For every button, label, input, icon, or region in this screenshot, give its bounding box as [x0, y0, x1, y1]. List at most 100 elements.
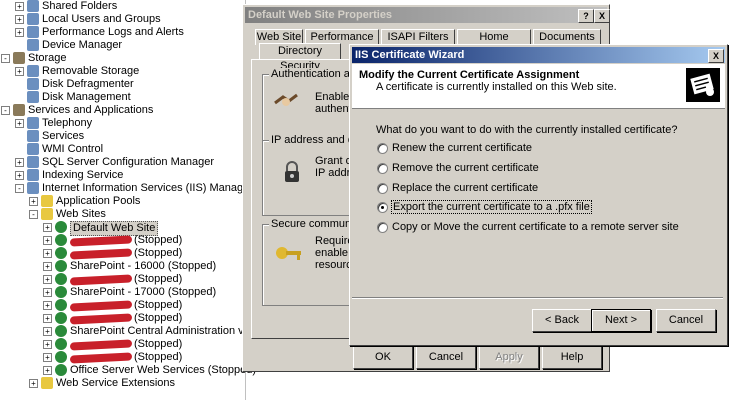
expand-icon[interactable]: + — [43, 288, 52, 297]
cancel-button[interactable]: Cancel — [416, 346, 476, 369]
tree-item[interactable]: + Web Service Extensions — [0, 377, 245, 390]
web-site-icon — [55, 286, 67, 298]
tree-item[interactable]: + Shared Folders — [0, 0, 245, 13]
help-title-button[interactable]: ? — [578, 9, 594, 23]
expand-icon[interactable]: + — [15, 2, 24, 11]
tree-item[interactable]: + Indexing Service — [0, 169, 245, 182]
wizard-close-button[interactable]: X — [708, 49, 724, 63]
tree-item[interactable]: + Removable Storage — [0, 65, 245, 78]
tree-item[interactable]: - Storage — [0, 52, 245, 65]
tree-item[interactable]: + Default Web Site — [0, 221, 245, 236]
wizard-cancel-button[interactable]: Cancel — [656, 309, 716, 332]
tree-item-redacted[interactable]: + (Stopped) — [0, 247, 245, 260]
tree-item[interactable]: - Internet Information Services (IIS) Man… — [0, 182, 253, 195]
tree-item[interactable]: + Office Server Web Services (Stopped) — [0, 364, 256, 377]
tree-item-redacted[interactable]: + (Stopped) — [0, 351, 245, 364]
radio-copy-move[interactable] — [377, 222, 388, 233]
expand-icon[interactable]: + — [15, 171, 24, 180]
close-title-button[interactable]: X — [594, 9, 610, 23]
expand-icon[interactable]: + — [29, 197, 38, 206]
expand-icon[interactable]: + — [43, 366, 52, 375]
tree-item[interactable]: + Application Pools — [0, 195, 245, 208]
option-copy-move-label[interactable]: Copy or Move the current certificate to … — [392, 221, 679, 233]
collapse-icon[interactable]: - — [29, 210, 38, 219]
expand-icon[interactable]: + — [29, 379, 38, 388]
tree-item[interactable]: Services — [0, 130, 245, 143]
iis-certificate-wizard: IIS Certificate Wizard X Modify the Curr… — [349, 44, 728, 346]
tree-item[interactable]: + SharePoint - 16000 (Stopped) — [0, 260, 245, 273]
padlock-icon — [283, 161, 301, 183]
web-site-icon — [55, 221, 67, 233]
console-tree[interactable]: + Shared Folders + Local Users and Groups + P… — [0, 0, 301, 400]
tree-item-redacted[interactable]: + (Stopped) — [0, 338, 245, 351]
expand-icon[interactable]: + — [15, 158, 24, 167]
tree-item-label: SharePoint - 17000 (Stopped) — [70, 286, 217, 298]
tree-item[interactable]: + SharePoint Central Administration v3 (S… — [0, 325, 301, 338]
tree-item-redacted[interactable]: + (Stopped) — [0, 273, 245, 286]
node-icon — [13, 52, 25, 64]
ok-button[interactable]: OK — [353, 346, 413, 369]
expand-icon[interactable]: + — [43, 353, 52, 362]
node-icon — [27, 169, 39, 181]
tree-item[interactable]: + SQL Server Configuration Manager — [0, 156, 245, 169]
tree-item-label: Shared Folders — [42, 0, 118, 12]
help-button[interactable]: Help — [542, 346, 602, 369]
expand-icon[interactable]: + — [43, 314, 52, 323]
radio-renew[interactable] — [377, 143, 388, 154]
handshake-icon — [273, 89, 299, 111]
tree-item[interactable]: + Performance Logs and Alerts — [0, 26, 245, 39]
expand-icon[interactable]: + — [43, 223, 52, 232]
expand-icon[interactable]: + — [15, 119, 24, 128]
tab-directory-security[interactable]: Directory Security — [259, 43, 341, 72]
expand-icon[interactable]: + — [15, 15, 24, 24]
wizard-titlebar[interactable]: IIS Certificate Wizard X — [352, 47, 725, 63]
expand-icon[interactable]: + — [43, 340, 52, 349]
next-button[interactable]: Next > — [591, 309, 651, 332]
node-icon — [27, 39, 39, 51]
tree-item-redacted[interactable]: + (Stopped) — [0, 234, 245, 247]
tree-item-redacted[interactable]: + (Stopped) — [0, 312, 245, 325]
option-renew-label[interactable]: Renew the current certificate — [392, 142, 532, 154]
tree-item[interactable]: Disk Defragmenter — [0, 78, 245, 91]
collapse-icon[interactable]: - — [1, 54, 10, 63]
tree-item[interactable]: WMI Control — [0, 143, 245, 156]
tab-isapi-filters[interactable]: ISAPI Filters — [381, 29, 455, 45]
tree-item[interactable]: Disk Management — [0, 91, 245, 104]
node-icon — [27, 143, 39, 155]
expand-icon[interactable]: + — [15, 67, 24, 76]
tab-documents[interactable]: Documents — [533, 29, 601, 45]
tree-item[interactable]: + Telephony — [0, 117, 245, 130]
expand-icon[interactable]: + — [43, 249, 52, 258]
tree-item[interactable]: Device Manager — [0, 39, 245, 52]
tree-item[interactable]: - Services and Applications — [0, 104, 245, 117]
radio-export[interactable] — [377, 202, 388, 213]
option-replace-label[interactable]: Replace the current certificate — [392, 182, 538, 194]
apply-button[interactable]: Apply — [479, 346, 539, 369]
expand-icon[interactable]: + — [43, 262, 52, 271]
collapse-icon[interactable]: - — [15, 184, 24, 193]
wizard-heading: Modify the Current Certificate Assignmen… — [359, 69, 580, 81]
tab-home-directory[interactable]: Home Directory — [457, 29, 531, 58]
expand-icon[interactable]: + — [43, 236, 52, 245]
tree-item-label: Performance Logs and Alerts — [42, 26, 184, 38]
tree-item[interactable]: - Web Sites — [0, 208, 245, 221]
redaction-scribble — [69, 352, 133, 364]
expand-icon[interactable]: + — [43, 275, 52, 284]
back-button[interactable]: < Back — [532, 309, 592, 332]
tree-item[interactable]: + SharePoint - 17000 (Stopped) — [0, 286, 245, 299]
expand-icon[interactable]: + — [43, 301, 52, 310]
tree-item-label: SQL Server Configuration Manager — [42, 156, 215, 168]
option-remove-label[interactable]: Remove the current certificate — [392, 162, 539, 174]
expand-icon[interactable]: + — [43, 327, 52, 336]
radio-replace[interactable] — [377, 183, 388, 194]
properties-titlebar[interactable]: Default Web Site Properties ? X — [245, 7, 610, 23]
tree-item-redacted[interactable]: + (Stopped) — [0, 299, 245, 312]
tree-item[interactable]: + Local Users and Groups — [0, 13, 245, 26]
tree-item-label: Telephony — [42, 117, 93, 129]
option-export-label[interactable]: Export the current certificate to a .pfx… — [391, 200, 592, 214]
collapse-icon[interactable]: - — [1, 106, 10, 115]
expand-icon[interactable]: + — [15, 28, 24, 37]
tree-item-label: (Stopped) — [134, 234, 183, 246]
radio-remove[interactable] — [377, 163, 388, 174]
tree-item-label: Web Service Extensions — [56, 377, 176, 389]
